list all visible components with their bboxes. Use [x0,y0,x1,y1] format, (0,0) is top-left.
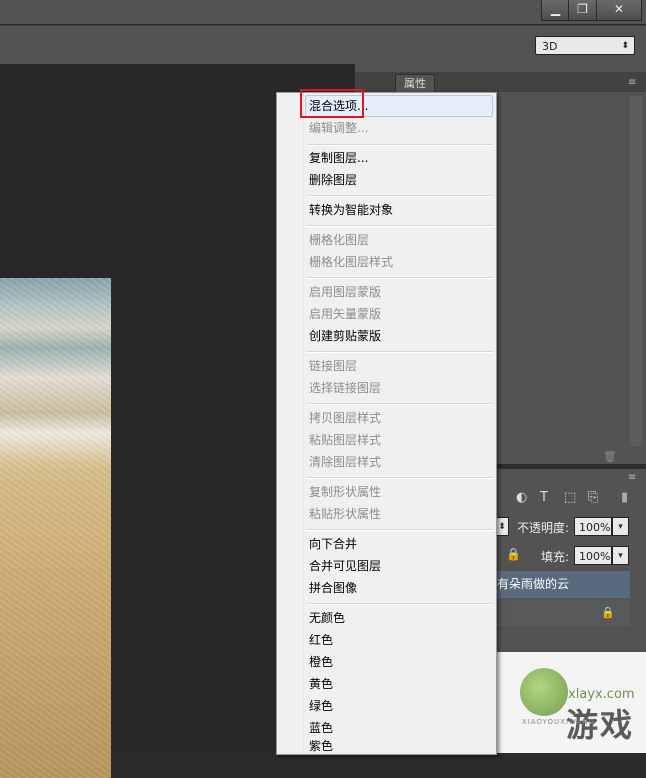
fill-input[interactable]: 100% [574,546,612,565]
minimize-icon: ▁ [550,2,561,16]
layer-row-selected[interactable]: 有朵雨做的云 [495,571,630,598]
menu-item-delete-layer[interactable]: 删除图层 [309,169,357,191]
opacity-dropdown[interactable]: ▾ [612,517,629,536]
menu-item-paste-shape-attributes: 粘贴形状属性 [309,507,382,521]
menu-item-color-yellow[interactable]: 黄色 [309,673,333,695]
menu-item-create-clipping-mask[interactable]: 创建剪贴蒙版 [309,325,381,347]
menu-item-rasterize-layer-style: 栅格化图层样式 [309,255,394,269]
mode-3d-value: 3D [542,40,558,53]
menu-item-edit-adjustment: 编辑调整... [309,121,369,135]
menu-separator [307,225,493,227]
menu-item-merge-down[interactable]: 向下合并 [309,533,357,555]
menu-item-rasterize-layer: 栅格化图层 [309,233,370,247]
blend-mode-dropdown-button[interactable]: ⬍ [495,517,509,536]
menu-item-clear-layer-style: 清除图层样式 [309,455,382,469]
watermark-subtext: XIAOYOUXIWANG [522,718,596,726]
menu-item-select-linked-layers: 选择链接图层 [309,381,382,395]
menu-separator [307,529,493,531]
restore-icon: ❐ [577,2,588,16]
highlight-annotation-box [300,89,364,118]
opacity-input[interactable]: 100% [574,517,612,536]
menu-item-copy-shape-attributes: 复制形状属性 [309,485,382,499]
lock-icon[interactable]: 🔒 [506,547,521,561]
menu-gutter [277,93,304,754]
updown-icon: ⬍ [621,41,629,51]
menu-item-convert-smart-object[interactable]: 转换为智能对象 [309,199,393,221]
layer-name: 有朵雨做的云 [497,577,570,591]
menu-item-link-layers: 链接图层 [309,359,358,373]
menu-item-copy-layer-style: 拷贝图层样式 [309,411,382,425]
menu-separator [307,277,493,279]
menu-item-color-blue[interactable]: 蓝色 [309,717,333,739]
menu-item-color-violet[interactable]: 紫色 [309,739,333,754]
type-filter-icon[interactable]: T [540,490,548,505]
menu-item-color-green[interactable]: 绿色 [309,695,333,717]
fill-dropdown[interactable]: ▾ [612,546,629,565]
layer-context-menu: 混合选项... 编辑调整... 复制图层... 删除图层 转换为智能对象 栅格化… [276,92,497,755]
menu-item-color-orange[interactable]: 橙色 [309,651,333,673]
menu-item-color-red[interactable]: 红色 [309,629,333,651]
menu-item-color-none[interactable]: 无颜色 [309,607,345,629]
mode-3d-dropdown[interactable]: 3D ⬍ [535,36,635,55]
trash-icon[interactable]: 🗑 [603,450,617,463]
filter-toggle-icon[interactable]: ▮ [621,490,628,505]
menu-item-paste-layer-style: 粘贴图层样式 [309,433,382,447]
minimize-button[interactable]: ▁ [541,0,570,21]
menu-separator [307,195,493,197]
menu-item-enable-vector-mask: 启用矢量蒙版 [309,307,382,321]
menu-item-enable-layer-mask: 启用图层蒙版 [309,285,382,299]
menu-separator [307,351,493,353]
menu-item-duplicate-layer[interactable]: 复制图层... [309,147,368,169]
options-bar: 3D ⬍ [0,25,646,65]
fill-label: 填充: [541,550,570,564]
smart-object-filter-icon[interactable]: ⎘ [588,490,598,505]
menu-separator [307,477,493,479]
shape-filter-icon[interactable]: ⬚ [564,490,576,505]
menu-separator [307,144,493,146]
adjustment-filter-icon[interactable]: ◐ [516,490,527,505]
panel-menu-icon[interactable]: ≡ [628,77,636,88]
menu-separator [307,403,493,405]
layer-lock-icon: 🔒 [601,606,615,619]
tab-properties[interactable]: 属性 [395,74,435,93]
restore-button[interactable]: ❐ [568,0,597,21]
close-button[interactable]: ✕ [596,0,642,21]
layers-menu-icon[interactable]: ≡ [628,472,636,483]
menu-item-merge-visible[interactable]: 合并可见图层 [309,555,381,577]
close-icon: ✕ [613,2,625,16]
watermark-logo [520,668,568,716]
panel-scrollbar[interactable] [630,96,642,446]
menu-item-flatten-image[interactable]: 拼合图像 [309,577,357,599]
menu-separator [307,603,493,605]
opacity-label: 不透明度: [517,521,570,535]
beach-photo [0,278,111,778]
